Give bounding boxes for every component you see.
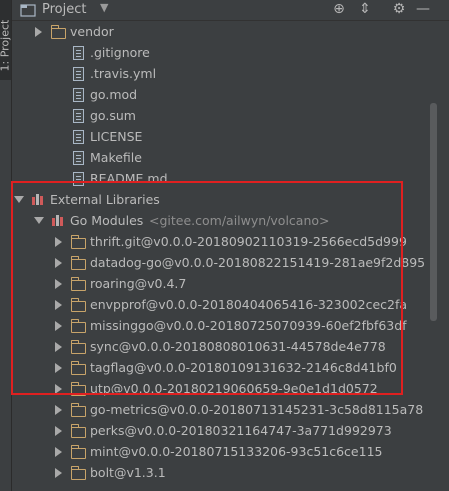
tree-row[interactable]: go.mod: [12, 84, 427, 105]
file-icon: [70, 150, 86, 165]
library-icon: [50, 213, 66, 228]
file-icon: [70, 108, 86, 123]
chevron-down-icon[interactable]: ▼: [100, 1, 108, 14]
folder-icon: [70, 297, 86, 312]
tree-row[interactable]: roaring@v0.4.7: [12, 273, 427, 294]
collapsed-arrow-icon[interactable]: [54, 378, 64, 399]
tree-item-label: LICENSE: [90, 129, 143, 144]
gear-icon[interactable]: ⚙: [390, 1, 408, 17]
collapsed-arrow-icon[interactable]: [54, 399, 64, 420]
tree-row[interactable]: utp@v0.0.0-20180219060659-9e0e1d1d0572: [12, 378, 427, 399]
file-icon: [70, 66, 86, 81]
collapsed-arrow-icon[interactable]: [54, 441, 64, 462]
collapsed-arrow-icon[interactable]: [54, 273, 64, 294]
tree-item-label: go.sum: [90, 108, 136, 123]
tree-row[interactable]: go-metrics@v0.0.0-20180713145231-3c58d81…: [12, 399, 427, 420]
tree-row[interactable]: perks@v0.0.0-20180321164747-3a771d992973: [12, 420, 427, 441]
tree-row[interactable]: README.md: [12, 168, 427, 189]
tree-item-label: roaring@v0.4.7: [90, 276, 187, 291]
tree-item-label: sync@v0.0.0-20180808010631-44578de4e778: [90, 339, 386, 354]
folder-icon: [70, 423, 86, 438]
tree-item-label: tagflag@v0.0.0-20180109131632-2146c8d41b…: [90, 360, 397, 375]
library-icon: [30, 192, 46, 207]
collapsed-arrow-icon[interactable]: [54, 294, 64, 315]
expanded-arrow-icon[interactable]: [14, 189, 24, 210]
tree-item-label: .gitignore: [90, 45, 150, 60]
tree-row[interactable]: .travis.yml: [12, 63, 427, 84]
folder-icon: [70, 444, 86, 459]
tree-row[interactable]: thrift.git@v0.0.0-20180902110319-2566ecd…: [12, 231, 427, 252]
tree-item-label: mint@v0.0.0-20180715133206-93c51c6ce115: [90, 444, 383, 459]
tree-row[interactable]: tagflag@v0.0.0-20180109131632-2146c8d41b…: [12, 357, 427, 378]
folder-icon: [70, 381, 86, 396]
tree-item-label: thrift.git@v0.0.0-20180902110319-2566ecd…: [90, 234, 407, 249]
tree-item-label: README.md: [90, 171, 168, 186]
target-icon[interactable]: ⊕: [330, 1, 348, 17]
folder-icon: [70, 465, 86, 480]
folder-icon: [70, 318, 86, 333]
tree-row[interactable]: mint@v0.0.0-20180715133206-93c51c6ce115: [12, 441, 427, 462]
tree-item-label: envpprof@v0.0.0-20180404065416-323002cec…: [90, 297, 408, 312]
collapsed-arrow-icon[interactable]: [54, 357, 64, 378]
project-tree: vendor .gitignore .travis.yml go.mod go.sum L…: [12, 21, 427, 491]
tree-row[interactable]: vendor: [12, 21, 427, 42]
tree-item-label: .travis.yml: [90, 66, 157, 81]
tree-item-label: Makefile: [90, 150, 142, 165]
collapse-all-icon[interactable]: ⇕: [356, 1, 374, 17]
tree-row[interactable]: datadog-go@v0.0.0-20180822151419-281ae9f…: [12, 252, 427, 273]
tree-row[interactable]: go.sum: [12, 105, 427, 126]
folder-icon: [70, 360, 86, 375]
tree-item-label: utp@v0.0.0-20180219060659-9e0e1d1d0572: [90, 381, 378, 396]
collapsed-arrow-icon[interactable]: [54, 231, 64, 252]
file-icon: [70, 171, 86, 186]
tree-row[interactable]: .gitignore: [12, 42, 427, 63]
tree-item-label: perks@v0.0.0-20180321164747-3a771d992973: [90, 423, 392, 438]
folder-icon: [70, 339, 86, 354]
file-icon: [70, 129, 86, 144]
collapsed-arrow-icon[interactable]: [54, 315, 64, 336]
file-icon: [70, 45, 86, 60]
file-icon: [70, 87, 86, 102]
minimize-icon[interactable]: —: [414, 1, 432, 17]
tree-row[interactable]: envpprof@v0.0.0-20180404065416-323002cec…: [12, 294, 427, 315]
tree-item-label: Go Modules: [70, 213, 144, 228]
tree-row[interactable]: Go Modules <gitee.com/ailwyn/volcano>: [12, 210, 427, 231]
collapsed-arrow-icon[interactable]: [54, 252, 64, 273]
scrollbar-thumb[interactable]: [430, 103, 437, 321]
tree-row[interactable]: bolt@v1.3.1: [12, 462, 427, 483]
panel-title[interactable]: Project: [42, 2, 86, 17]
tree-row[interactable]: sync@v0.0.0-20180808010631-44578de4e778: [12, 336, 427, 357]
tree-item-label: datadog-go@v0.0.0-20180822151419-281ae9f…: [90, 255, 426, 270]
tool-window-stripe: 1: Project: [0, 0, 12, 491]
folder-icon: [70, 234, 86, 249]
folder-icon: [70, 255, 86, 270]
tree-item-label: bolt@v1.3.1: [90, 465, 166, 480]
project-panel-header: Project ▼ ⊕ ⇕ ⚙ —: [12, 0, 449, 21]
collapsed-arrow-icon[interactable]: [54, 420, 64, 441]
tree-item-label: go-metrics@v0.0.0-20180713145231-3c58d81…: [90, 402, 424, 417]
tree-item-label: go.mod: [90, 87, 138, 102]
folder-icon: [70, 402, 86, 417]
folder-icon: [70, 276, 86, 291]
expanded-arrow-icon[interactable]: [34, 210, 44, 231]
tree-item-label: missinggo@v0.0.0-20180725070939-60ef2fbf…: [90, 318, 407, 333]
tree-item-label: vendor: [70, 24, 114, 39]
collapsed-arrow-icon[interactable]: [34, 21, 44, 42]
project-view-icon: [20, 2, 36, 21]
collapsed-arrow-icon[interactable]: [54, 462, 64, 483]
tree-item-label: External Libraries: [50, 192, 160, 207]
project-tool-tab-label: 1: Project: [0, 19, 12, 72]
project-tool-tab[interactable]: 1: Project: [0, 0, 12, 80]
tree-row[interactable]: LICENSE: [12, 126, 427, 147]
tree-row[interactable]: missinggo@v0.0.0-20180725070939-60ef2fbf…: [12, 315, 427, 336]
collapsed-arrow-icon[interactable]: [54, 336, 64, 357]
folder-icon: [50, 24, 66, 39]
tree-row[interactable]: External Libraries: [12, 189, 427, 210]
tree-row[interactable]: Makefile: [12, 147, 427, 168]
module-path-label: <gitee.com/ailwyn/volcano>: [149, 213, 330, 228]
